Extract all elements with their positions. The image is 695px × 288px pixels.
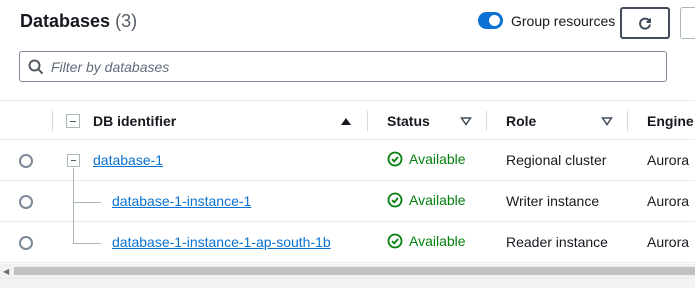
status-text: Available [409, 192, 466, 208]
column-header-role[interactable]: Role [506, 101, 536, 141]
column-header-status[interactable]: Status [387, 101, 430, 141]
scroll-left-icon[interactable]: ◀ [3, 267, 9, 276]
group-resources-label: Group resources [511, 12, 616, 29]
search-input[interactable] [51, 53, 651, 80]
status-badge: Available [387, 233, 466, 249]
column-engine-label: Engine [647, 113, 694, 129]
table-header-row: DB identifier Status Role Engine [0, 100, 695, 140]
resource-count: (3) [115, 11, 138, 31]
table-row[interactable]: database-1-instance-1-ap-south-1b Availa… [0, 222, 695, 263]
check-circle-icon [387, 151, 403, 167]
engine-cell: Aurora [647, 193, 690, 209]
row-select-radio[interactable] [19, 236, 33, 250]
db-identifier-link[interactable]: database-1-instance-1-ap-south-1b [112, 234, 331, 250]
row-select-radio[interactable] [19, 154, 33, 168]
filter-caret-icon[interactable] [460, 115, 472, 127]
check-circle-icon [387, 233, 403, 249]
actions-button[interactable] [680, 7, 695, 39]
role-cell: Reader instance [506, 234, 608, 250]
tree-connector-horizontal [73, 202, 101, 203]
scrollbar-thumb[interactable] [14, 267, 695, 275]
column-status-label: Status [387, 113, 430, 129]
refresh-icon [639, 17, 651, 30]
db-identifier-link[interactable]: database-1-instance-1 [112, 193, 251, 209]
page-header: Databases (3) Group resources [0, 0, 695, 46]
column-db-identifier-label: DB identifier [93, 113, 177, 129]
table-row[interactable]: database-1 Available Regional cluster Au… [0, 140, 695, 181]
horizontal-scrollbar[interactable]: ◀ [0, 264, 695, 278]
expand-all-checkbox[interactable] [66, 114, 80, 128]
table-row[interactable]: database-1-instance-1 Available Writer i… [0, 181, 695, 222]
page-title: Databases (3) [20, 11, 137, 32]
status-text: Available [409, 233, 466, 249]
filter-search [19, 51, 667, 82]
toggle-switch[interactable] [478, 12, 503, 29]
search-icon [28, 59, 44, 75]
role-cell: Regional cluster [506, 152, 607, 168]
column-separator [627, 111, 628, 131]
footer-divider [0, 278, 695, 288]
filter-caret-icon[interactable] [601, 115, 613, 127]
column-header-engine[interactable]: Engine [647, 101, 694, 141]
column-role-label: Role [506, 113, 537, 129]
status-badge: Available [387, 192, 466, 208]
toggle-knob [489, 15, 500, 26]
status-badge: Available [387, 151, 466, 167]
role-cell: Writer instance [506, 193, 600, 209]
tree-connector-horizontal [73, 243, 101, 244]
group-resources-toggle[interactable]: Group resources [478, 12, 615, 29]
column-separator [486, 111, 487, 131]
status-text: Available [409, 151, 466, 167]
engine-cell: Aurora [647, 152, 690, 168]
engine-cell: Aurora [647, 234, 690, 250]
check-circle-icon [387, 192, 403, 208]
column-separator [367, 111, 368, 131]
sort-asc-icon[interactable] [340, 115, 352, 127]
title-text: Databases [20, 11, 111, 31]
refresh-button[interactable] [620, 7, 670, 39]
column-separator [52, 111, 53, 131]
tree-connector-vertical [73, 168, 74, 243]
collapse-toggle[interactable] [67, 154, 80, 167]
row-select-radio[interactable] [19, 195, 33, 209]
column-header-db-identifier[interactable]: DB identifier [93, 101, 176, 141]
db-identifier-link[interactable]: database-1 [93, 152, 163, 168]
